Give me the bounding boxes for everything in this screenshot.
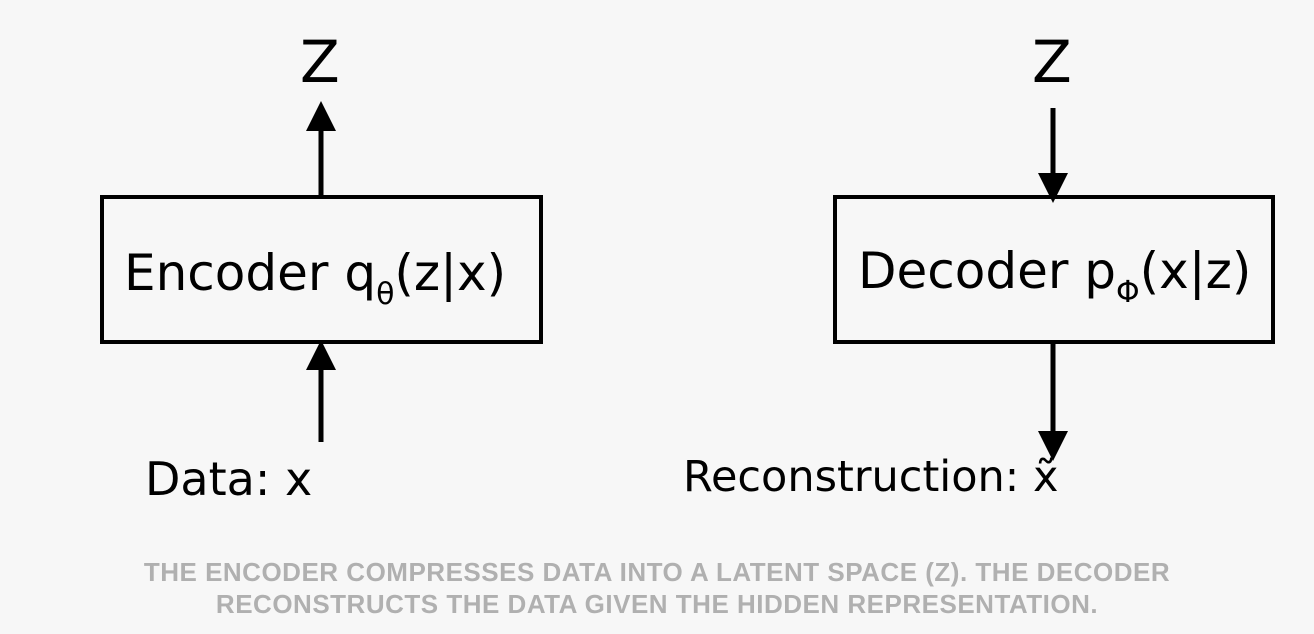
vae-diagram: Z Z Encoder qθ(z|x) Decoder pΦ(x|z) Data… xyxy=(0,0,1314,545)
encoder-box-label: Encoder qθ(z|x) xyxy=(124,248,506,310)
encoder-name: Encoder q xyxy=(124,244,377,302)
data-input-label: Data: x xyxy=(145,452,313,506)
decoder-name: Decoder p xyxy=(858,242,1117,300)
encoder-args: (z|x) xyxy=(394,244,507,302)
reconstruction-output-label: Reconstruction: x̃ xyxy=(683,452,1059,502)
encoder-latent-label: Z xyxy=(300,28,340,96)
figure-caption: THE ENCODER COMPRESSES DATA INTO A LATEN… xyxy=(0,556,1314,620)
decoder-args: (x|z) xyxy=(1139,242,1252,300)
caption-line-1: THE ENCODER COMPRESSES DATA INTO A LATEN… xyxy=(143,557,1171,587)
caption-line-2: RECONSTRUCTS THE DATA GIVEN THE HIDDEN R… xyxy=(215,589,1099,619)
decoder-param-symbol: Φ xyxy=(1116,275,1140,310)
decoder-latent-label: Z xyxy=(1032,28,1072,96)
decoder-box-label: Decoder pΦ(x|z) xyxy=(858,246,1251,308)
encoder-param-symbol: θ xyxy=(376,277,395,312)
